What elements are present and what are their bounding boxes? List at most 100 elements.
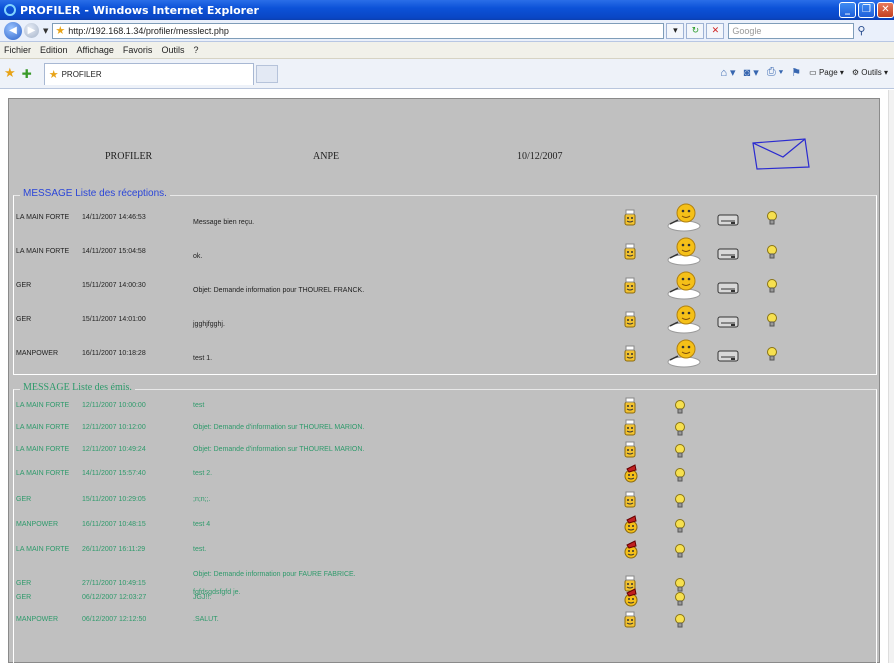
research-icon[interactable]: ⚑ [791,66,801,79]
reply-icon[interactable] [622,344,638,366]
smiley-writing-icon[interactable] [664,338,704,370]
stop-button[interactable]: ✕ [706,22,725,39]
new-tab-button[interactable] [255,64,278,83]
recipient: MANPOWER [16,616,58,623]
reception-row[interactable]: MANPOWER 16/11/2007 10:18:28 test 1. [14,338,874,370]
page-menu-button[interactable]: ▭ Page ▾ [809,68,844,77]
minimize-button[interactable]: _ [839,2,856,18]
read-status-icon[interactable] [622,396,638,418]
page-viewport: PROFILER ANPE 10/12/2007 MESSAGE Liste d… [0,90,888,663]
lightbulb-icon[interactable] [674,443,686,461]
printer-icon[interactable] [716,314,740,332]
sent-date: 14/11/2007 15:57:40 [82,470,146,477]
smiley-writing-icon[interactable] [664,270,704,302]
back-button[interactable]: ◀ [4,21,22,40]
sent-row[interactable]: MANPOWER 16/11/2007 10:48:15 test 4 [14,515,874,539]
maximize-button[interactable]: ❐ [858,2,875,18]
tab-profiler[interactable]: ★ PROFILER [43,62,254,85]
home-icon[interactable]: ⌂ ▾ [720,66,735,79]
sent-row[interactable]: LA MAIN FORTE 12/11/2007 10:00:00 test [14,396,874,420]
printer-icon[interactable] [716,212,740,230]
sent-row[interactable]: LA MAIN FORTE 12/11/2007 10:12:00 Objet: D… [14,418,874,442]
refresh-button[interactable]: ↻ [686,22,705,39]
reception-row[interactable]: GER 15/11/2007 14:00:30 Objet: Demande inf… [14,270,874,302]
lightbulb-icon[interactable] [674,613,686,631]
address-bar: ◀ ▶ ▼ ★ http://192.168.1.34/profiler/mes… [0,20,894,42]
new-message-envelope-icon[interactable] [751,137,811,171]
tab-title: PROFILER [61,69,102,79]
menu-fichier[interactable]: Fichier [4,45,31,55]
message-subject: Message bien reçu. [193,219,255,226]
sent-row[interactable]: MANPOWER 06/12/2007 12:12:50 .SALUT. [14,610,874,634]
reception-row[interactable]: LA MAIN FORTE 14/11/2007 15:04:58 ok. [14,236,874,268]
url-input[interactable]: ★ http://192.168.1.34/profiler/messlect.… [52,22,665,39]
lightbulb-icon[interactable] [674,591,686,609]
read-status-icon[interactable] [622,610,638,632]
tools-menu-label: Outils [861,68,882,77]
forward-button[interactable]: ▶ [24,23,39,38]
window-title: PROFILER - Windows Internet Explorer [20,3,259,17]
smiley-writing-icon[interactable] [664,236,704,268]
menu-bar: Fichier Edition Affichage Favoris Outils… [0,42,894,59]
smiley-writing-icon[interactable] [664,202,704,234]
vertical-scrollbar[interactable] [888,90,894,663]
sent-row[interactable]: LA MAIN FORTE 26/11/2007 16:11:29 test. [14,540,874,564]
menu-affichage[interactable]: Affichage [77,45,114,55]
lightbulb-icon[interactable] [766,346,778,364]
favorites-star-icon[interactable]: ★ [4,66,16,81]
menu-favoris[interactable]: Favoris [123,45,153,55]
sent-row[interactable]: GER 27/11/2007 10:49:15 Objet: Demande inf… [14,566,874,596]
sent-row[interactable]: GER 06/12/2007 12:03:27 JGJ!!. [14,588,874,612]
printer-icon[interactable] [716,246,740,264]
close-button[interactable]: ✕ [877,2,894,18]
received-date: 14/11/2007 15:04:58 [82,248,146,255]
reply-icon[interactable] [622,242,638,264]
lightbulb-icon[interactable] [674,399,686,417]
smiley-writing-icon[interactable] [664,304,704,336]
reception-row[interactable]: GER 15/11/2007 14:01:00 jgghjfgghj. [14,304,874,336]
sent-row[interactable]: LA MAIN FORTE 14/11/2007 15:57:40 test 2. [14,464,874,488]
history-dropdown-icon[interactable]: ▼ [43,27,48,35]
lightbulb-icon[interactable] [674,421,686,439]
lightbulb-icon[interactable] [674,467,686,485]
tools-menu-button[interactable]: ⚙ Outils ▾ [852,68,888,77]
lightbulb-icon[interactable] [674,543,686,561]
reception-row[interactable]: LA MAIN FORTE 14/11/2007 14:46:53 Message … [14,202,874,234]
search-icon[interactable]: ⚲ [857,24,865,37]
lightbulb-icon[interactable] [674,518,686,536]
menu-outils[interactable]: Outils [161,45,184,55]
reply-icon[interactable] [622,208,638,230]
search-input[interactable]: Google [728,22,855,39]
read-status-icon[interactable] [622,490,638,512]
feeds-icon[interactable]: ◙ ▾ [744,66,759,79]
message-subject: JGJ!!. [193,589,613,607]
reply-icon[interactable] [622,276,638,298]
sent-row[interactable]: LA MAIN FORTE 12/11/2007 10:49:24 Objet: D… [14,440,874,464]
printer-icon[interactable] [716,348,740,366]
read-status-icon[interactable] [622,418,638,440]
unread-status-icon[interactable] [622,540,640,562]
message-subject: test 4 [193,516,613,534]
unread-status-icon[interactable] [622,464,640,486]
read-status-icon[interactable] [622,440,638,462]
unread-status-icon[interactable] [622,588,640,610]
message-subject: test 2. [193,465,613,483]
sent-date: 06/12/2007 12:12:50 [82,616,147,623]
menu-help[interactable]: ? [193,45,198,55]
lightbulb-icon[interactable] [674,493,686,511]
sent-row[interactable]: GER 15/11/2007 10:29:05 ;n;n;;. [14,490,874,514]
menu-edition[interactable]: Edition [40,45,68,55]
sender: GER [16,316,32,323]
lightbulb-icon[interactable] [766,244,778,262]
lightbulb-icon[interactable] [766,278,778,296]
url-dropdown-icon[interactable]: ▾ [666,22,685,39]
print-icon[interactable]: ⎙ ▾ [767,66,783,79]
reply-icon[interactable] [622,310,638,332]
lightbulb-icon[interactable] [766,312,778,330]
tab-favicon-icon: ★ [48,68,59,81]
lightbulb-icon[interactable] [766,210,778,228]
unread-status-icon[interactable] [622,515,640,537]
printer-icon[interactable] [716,280,740,298]
add-favorites-icon[interactable]: ✚ [22,67,32,81]
sender: GER [16,282,32,289]
